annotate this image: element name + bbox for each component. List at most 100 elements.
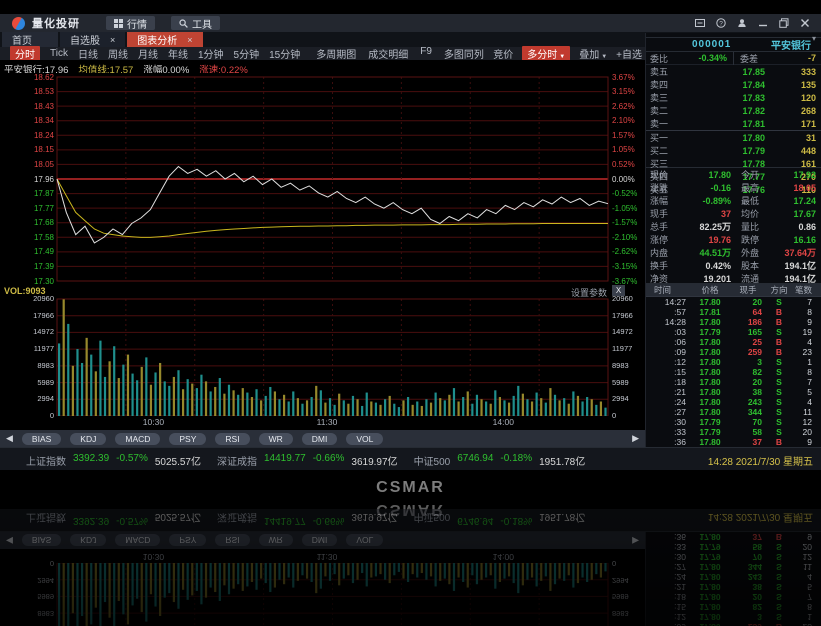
add-watchlist-button[interactable]: +自选 <box>616 46 642 61</box>
tick-time: :36 <box>646 437 690 447</box>
detail-value: 0.42% <box>676 261 731 271</box>
multi-minute-button[interactable]: 多分时▼ <box>522 46 570 61</box>
view-F9[interactable]: F9 <box>420 46 432 61</box>
tick-time: :30 <box>646 417 690 427</box>
tick-time: 14:28 <box>646 317 690 327</box>
menu-quotes[interactable]: 行情 <box>106 16 155 30</box>
tick-table-header: 时间价格现手方向笔数 <box>646 284 821 297</box>
period-Tick[interactable]: Tick <box>50 48 68 59</box>
auction-button[interactable]: 竞价 <box>493 46 513 61</box>
tick-row: :3017.7970S12 <box>646 417 821 427</box>
volume-axis-label: 2994 <box>612 395 645 403</box>
price-axis-label: 18.15 <box>0 145 54 154</box>
period-日线[interactable]: 日线 <box>78 46 98 61</box>
price-axis-label: 18.62 <box>0 73 54 82</box>
volume-axis-label: 0 <box>0 412 54 420</box>
ask-volume: 135 <box>765 80 821 90</box>
minimize-button[interactable] <box>757 17 769 29</box>
bid-price: 17.80 <box>674 133 765 143</box>
period-月线[interactable]: 月线 <box>138 46 158 61</box>
tick-volume: 243 <box>730 397 766 407</box>
tick-direction: S <box>766 327 792 337</box>
period-15分钟[interactable]: 15分钟 <box>269 46 300 61</box>
indicator-BIAS[interactable]: BIAS <box>22 433 61 445</box>
detail-row: 现价17.80今开17.92 <box>646 168 821 181</box>
percent-axis-label: 2.62% <box>612 102 645 111</box>
minute-price-chart[interactable]: 18.6218.5318.4318.3418.2418.1518.0517.96… <box>0 73 645 285</box>
restore-button[interactable] <box>778 17 790 29</box>
indicator-WR[interactable]: WR <box>259 433 293 445</box>
scroll-left-icon[interactable]: ◀ <box>6 433 13 444</box>
tab-close-icon[interactable]: × <box>187 35 192 45</box>
close-button[interactable] <box>799 17 811 29</box>
stock-header[interactable]: 000001 平安银行 <box>646 37 821 52</box>
tick-time: :27 <box>646 407 690 417</box>
menu-tools-label: 工具 <box>192 16 212 31</box>
order-book: 卖五17.85333卖四17.84135卖三17.83120卖二17.82268… <box>646 65 821 168</box>
indicator-PSY[interactable]: PSY <box>169 433 206 445</box>
period-分时[interactable]: 分时 <box>10 46 40 61</box>
tick-list[interactable]: 14:2717.8020S7:5717.8164B814:2817.80186B… <box>646 297 821 447</box>
percent-axis-label: 2.10% <box>612 116 645 125</box>
tab-自选股[interactable]: 自选股× <box>60 32 125 47</box>
tick-count: 9 <box>792 437 818 447</box>
weicha-value: -7 <box>763 53 821 63</box>
menu-tools[interactable]: 工具 <box>171 16 220 30</box>
pin-icon[interactable]: ▾ <box>812 34 816 43</box>
app-logo-icon <box>12 17 25 30</box>
detail-row: 换手0.42%股本194.1亿 <box>646 259 821 272</box>
tick-row: :1217.803S1 <box>646 357 821 367</box>
detail-value: 37 <box>676 209 731 219</box>
scroll-right-icon[interactable]: ▶ <box>632 433 639 444</box>
indicator-RSI[interactable]: RSI <box>215 433 249 445</box>
magnifier-icon <box>179 19 188 28</box>
detail-label: 总手 <box>646 220 676 233</box>
price-axis-label: 17.96 <box>0 175 54 184</box>
tick-count: 4 <box>792 337 818 347</box>
period-5分钟[interactable]: 5分钟 <box>234 46 260 61</box>
indicator-KDJ[interactable]: KDJ <box>70 433 106 445</box>
tick-row: :3317.7958S20 <box>646 427 821 437</box>
title-bar: 量化投研 行情 工具 ? <box>0 14 821 32</box>
indicator-MACD[interactable]: MACD <box>115 433 160 445</box>
price-axis-label: 18.43 <box>0 102 54 111</box>
tab-close-icon[interactable]: × <box>110 35 115 45</box>
detail-value: 17.24 <box>761 196 821 206</box>
percent-axis-label: 1.05% <box>612 145 645 154</box>
tick-direction: B <box>766 317 792 327</box>
overlay-button[interactable]: 叠加▼ <box>579 46 607 61</box>
volume-plot <box>0 285 645 416</box>
tick-col-现手: 现手 <box>730 284 766 296</box>
period-1分钟[interactable]: 1分钟 <box>198 46 224 61</box>
tick-volume: 64 <box>730 307 766 317</box>
user-icon[interactable] <box>736 17 748 29</box>
percent-axis-label: 0.00% <box>612 175 645 184</box>
tab-首页[interactable]: 首页 <box>2 32 58 47</box>
ask-price: 17.85 <box>674 67 765 77</box>
detail-label: 股本 <box>731 259 761 272</box>
period-周线[interactable]: 周线 <box>108 46 128 61</box>
view-成交明细[interactable]: 成交明细 <box>368 46 408 61</box>
percent-axis-label: -2.10% <box>612 233 645 242</box>
tick-row: :2717.80344S11 <box>646 407 821 417</box>
tick-price: 17.80 <box>690 337 730 347</box>
detail-row: 涨幅-0.89%最低17.24 <box>646 194 821 207</box>
detail-value: 16.16 <box>761 235 821 245</box>
period-年线[interactable]: 年线 <box>168 46 188 61</box>
view-多图同列[interactable]: 多图同列 <box>444 46 484 61</box>
tab-图表分析[interactable]: 图表分析× <box>127 32 202 47</box>
chart-grid-icon <box>114 19 123 28</box>
detail-row: 内盘44.51万外盘37.64万 <box>646 246 821 259</box>
percent-axis-label: -1.57% <box>612 218 645 227</box>
tick-volume: 344 <box>730 407 766 417</box>
change-readout: 涨幅0.00% <box>143 62 189 73</box>
help-icon[interactable]: ? <box>715 17 727 29</box>
index-name: 深证成指 <box>217 453 257 468</box>
indicator-VOL[interactable]: VOL <box>346 433 383 445</box>
tick-price: 17.79 <box>690 427 730 437</box>
tick-price: 17.80 <box>690 367 730 377</box>
view-多周期图[interactable]: 多周期图 <box>316 46 356 61</box>
indicator-DMI[interactable]: DMI <box>302 433 338 445</box>
volume-chart[interactable]: VOL:9093 设置参数 X 209602096017966179661497… <box>0 285 645 430</box>
panel-toggle-icon[interactable] <box>694 17 706 29</box>
